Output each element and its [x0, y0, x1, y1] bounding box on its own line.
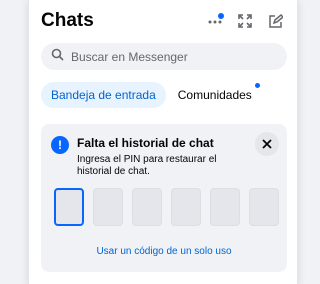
pin-digit-5[interactable]: [210, 188, 240, 226]
pin-digit-6[interactable]: [249, 188, 279, 226]
panel-title: Chats: [41, 10, 94, 31]
expand-icon[interactable]: [235, 11, 255, 31]
close-button[interactable]: [255, 132, 279, 156]
chats-panel: Chats Band: [28, 0, 298, 284]
unread-dot: [254, 83, 260, 88]
header-actions: [205, 11, 285, 31]
missing-history-card: ! Falta el historial de chat Ingresa el …: [41, 124, 287, 272]
close-icon: [262, 139, 272, 149]
alert-icon: !: [51, 136, 69, 154]
search-input[interactable]: [71, 49, 271, 64]
card-title: Falta el historial de chat: [77, 136, 214, 150]
chat-tabs: Bandeja de entrada Comunidades: [41, 82, 262, 108]
new-message-icon[interactable]: [265, 11, 285, 31]
pin-digit-3[interactable]: [132, 188, 162, 226]
more-options-icon[interactable]: [205, 11, 225, 31]
tab-inbox[interactable]: Bandeja de entrada: [41, 82, 166, 108]
pin-digit-1[interactable]: [54, 188, 84, 226]
search-icon: [51, 48, 64, 66]
one-time-code-link[interactable]: Usar un código de un solo uso: [41, 246, 287, 257]
chats-header: Chats: [41, 8, 285, 34]
card-description: Ingresa el PIN para restaurar el histori…: [77, 154, 217, 177]
notification-dot: [218, 13, 224, 19]
pin-digit-4[interactable]: [171, 188, 201, 226]
search-bar[interactable]: [41, 43, 287, 70]
tab-communities[interactable]: Comunidades: [168, 82, 262, 108]
pin-input-group: [54, 188, 279, 226]
pin-digit-2[interactable]: [93, 188, 123, 226]
tab-communities-label: Comunidades: [177, 88, 252, 102]
